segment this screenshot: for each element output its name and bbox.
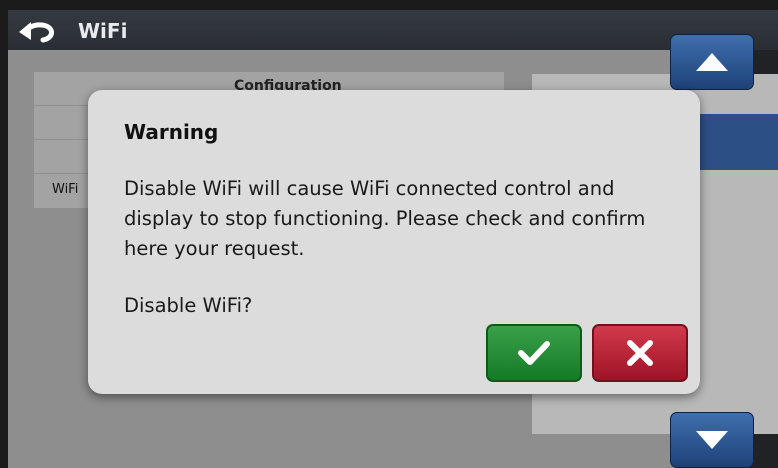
page-title: WiFi xyxy=(78,19,128,43)
dialog-message: Disable WiFi will cause WiFi connected c… xyxy=(124,177,646,260)
wifi-label: WiFi xyxy=(52,182,79,197)
back-button[interactable] xyxy=(14,16,60,46)
x-icon xyxy=(627,340,653,366)
scroll-up-button[interactable] xyxy=(670,34,754,90)
scroll-down-button[interactable] xyxy=(670,412,754,468)
warning-dialog: Warning Disable WiFi will cause WiFi con… xyxy=(88,90,700,394)
triangle-up-icon xyxy=(696,53,728,71)
dialog-title: Warning xyxy=(124,120,219,144)
confirm-button[interactable] xyxy=(486,324,582,382)
checkmark-icon xyxy=(518,341,550,365)
back-arrow-icon xyxy=(19,22,54,43)
dialog-question: Disable WiFi? xyxy=(124,294,253,317)
triangle-down-icon xyxy=(696,431,728,449)
title-bar: WiFi xyxy=(8,10,778,50)
cancel-button[interactable] xyxy=(592,324,688,382)
